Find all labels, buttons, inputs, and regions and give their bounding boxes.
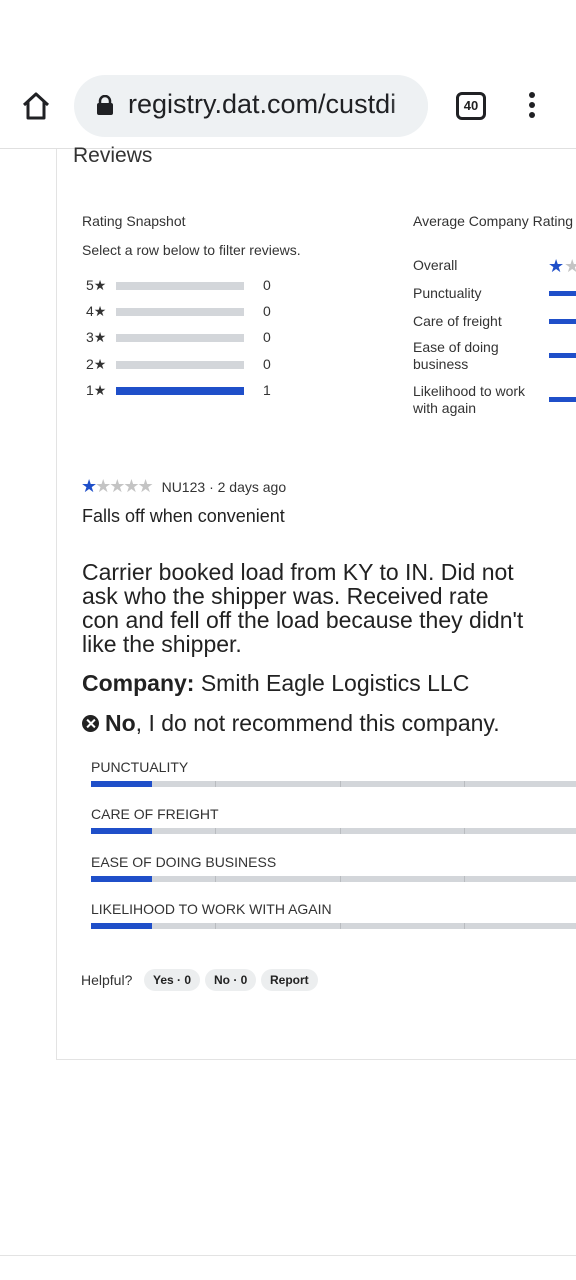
company-label: Company: bbox=[82, 670, 195, 696]
x-circle-icon bbox=[82, 715, 99, 732]
recommendation: No, I do not recommend this company. bbox=[82, 710, 500, 737]
review-meta: ★★★★★ NU123 · 2 days ago bbox=[81, 476, 286, 497]
category-track bbox=[91, 828, 576, 834]
category-name: EASE OF DOING BUSINESS bbox=[91, 854, 277, 870]
average-rating-title: Average Company Rating bbox=[413, 213, 574, 229]
reviews-heading: Reviews bbox=[73, 144, 153, 167]
recommend-no: No bbox=[105, 710, 136, 736]
review-company: Company: Smith Eagle Logistics LLC bbox=[82, 670, 469, 697]
row-label: 2★ bbox=[86, 356, 107, 372]
average-likelihood-bar bbox=[549, 397, 576, 402]
address-bar[interactable]: registry.dat.com/custdi bbox=[74, 75, 428, 137]
row-label: 5★ bbox=[86, 277, 107, 293]
overall-star-rating: ★★ bbox=[548, 256, 576, 277]
browser-toolbar: registry.dat.com/custdi 40 bbox=[0, 64, 576, 149]
star-icon: ★ bbox=[548, 256, 565, 276]
category-name: PUNCTUALITY bbox=[91, 759, 189, 775]
review-age: · 2 days ago bbox=[209, 479, 287, 495]
tab-count: 40 bbox=[463, 98, 479, 113]
rating-snapshot-hint: Select a row below to filter reviews. bbox=[82, 242, 301, 258]
status-bar bbox=[0, 0, 576, 64]
tab-switcher-button[interactable]: 40 bbox=[456, 92, 486, 120]
row-label: 1★ bbox=[86, 382, 107, 398]
average-ease-label: Ease of doing business bbox=[413, 339, 499, 372]
row-track bbox=[116, 282, 244, 290]
row-track bbox=[116, 334, 244, 342]
category-fill bbox=[91, 876, 153, 882]
url-fade bbox=[388, 75, 428, 137]
row-track bbox=[116, 361, 244, 369]
row-track bbox=[116, 387, 244, 395]
category-name: LIKELIHOOD TO WORK WITH AGAIN bbox=[91, 901, 332, 917]
review-body: Carrier booked load from KY to IN. Did n… bbox=[82, 559, 524, 657]
average-ease-bar bbox=[549, 353, 576, 358]
more-menu-icon[interactable] bbox=[522, 92, 542, 122]
average-likelihood-label: Likelihood to work with again bbox=[413, 383, 526, 416]
bottom-divider bbox=[0, 1255, 576, 1256]
category-fill bbox=[91, 781, 153, 787]
category-track bbox=[91, 781, 576, 787]
row-count: 1 bbox=[263, 382, 271, 398]
report-button[interactable]: Report bbox=[261, 969, 318, 991]
snapshot-row-2[interactable]: 2★ 0 bbox=[86, 356, 286, 374]
rating-snapshot-title: Rating Snapshot bbox=[82, 213, 186, 229]
snapshot-row-1[interactable]: 1★ 1 bbox=[86, 382, 286, 400]
review-author: NU123 bbox=[161, 479, 206, 495]
row-label: 4★ bbox=[86, 303, 107, 319]
helpful-no-button[interactable]: No · 0 bbox=[205, 969, 257, 991]
row-count: 0 bbox=[263, 303, 271, 319]
review-title: Falls off when convenient bbox=[82, 506, 285, 526]
category-name: CARE OF FREIGHT bbox=[91, 806, 219, 822]
url-text: registry.dat.com/custdi bbox=[128, 89, 397, 119]
category-track bbox=[91, 876, 576, 882]
row-count: 0 bbox=[263, 329, 271, 345]
row-label: 3★ bbox=[86, 329, 107, 345]
review-star-rating: ★★★★★ bbox=[81, 476, 154, 496]
category-fill bbox=[91, 828, 153, 834]
row-count: 0 bbox=[263, 356, 271, 372]
star-icon: ★ bbox=[564, 256, 576, 276]
average-care-bar bbox=[549, 319, 576, 324]
category-fill bbox=[91, 923, 153, 929]
company-name: Smith Eagle Logistics LLC bbox=[200, 670, 470, 696]
row-track bbox=[116, 308, 244, 316]
home-icon[interactable] bbox=[20, 90, 52, 122]
snapshot-row-5[interactable]: 5★ 0 bbox=[86, 277, 286, 295]
lock-icon bbox=[97, 95, 113, 115]
category-track bbox=[91, 923, 576, 929]
helpful-yes-button[interactable]: Yes · 0 bbox=[144, 969, 201, 991]
snapshot-row-3[interactable]: 3★ 0 bbox=[86, 329, 286, 347]
helpful-label: Helpful? bbox=[81, 972, 133, 988]
average-punctuality-bar bbox=[549, 291, 576, 296]
recommend-text: , I do not recommend this company. bbox=[135, 710, 500, 736]
snapshot-row-4[interactable]: 4★ 0 bbox=[86, 303, 286, 321]
row-fill bbox=[116, 387, 244, 395]
row-count: 0 bbox=[263, 277, 271, 293]
